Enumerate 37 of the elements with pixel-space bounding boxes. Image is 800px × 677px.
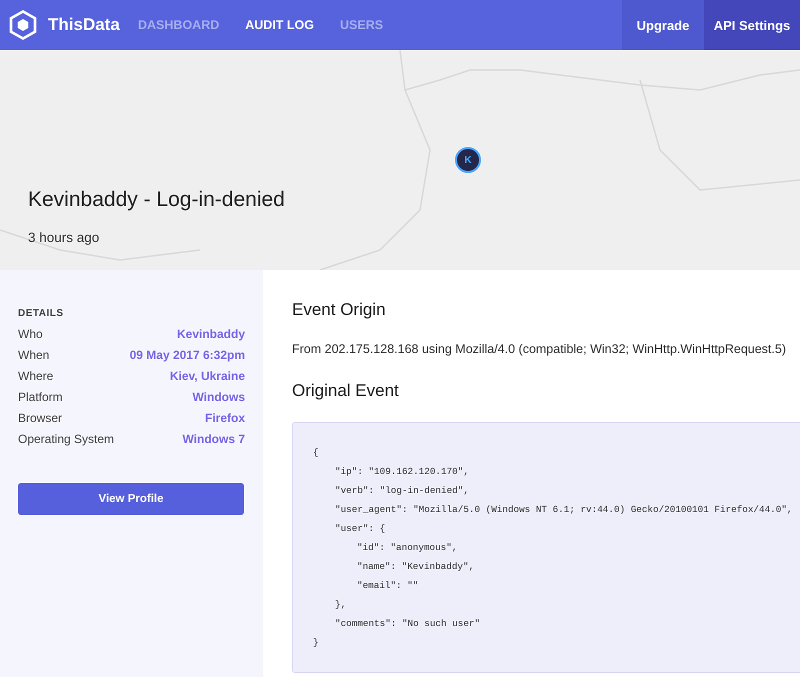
detail-label: When	[18, 348, 50, 362]
event-title: Kevinbaddy - Log-in-denied	[28, 188, 285, 212]
code-line: "email": ""	[357, 579, 420, 593]
detail-value-link[interactable]: Kevinbaddy	[176, 326, 245, 340]
nav-link[interactable]: DASHBOARD	[138, 18, 220, 32]
code-line: "name": "Kevinbaddy",	[357, 560, 476, 574]
code-line: "user": {	[335, 522, 386, 536]
event-origin-text: From 202.175.128.168 using Mozilla/4.0 (compatible; Win32; WinHttp.WinHttpRequest.5)	[292, 342, 787, 356]
detail-value-link[interactable]: Windows 7	[182, 432, 245, 446]
section-heading: Event Origin	[292, 300, 387, 320]
nav-link[interactable]: AUDIT LOG	[245, 18, 314, 32]
details-heading: DETAILS	[18, 308, 65, 319]
hexagon-cube-logo-icon	[8, 10, 38, 40]
code-line: }	[313, 636, 320, 650]
detail-value-link[interactable]: 09 May 2017 6:32pm	[130, 348, 245, 362]
code-line: "ip": "109.162.120.170",	[335, 465, 470, 479]
detail-label: Operating System	[18, 432, 114, 446]
event-time: 3 hours ago	[28, 230, 100, 245]
detail-label: Who	[18, 326, 43, 340]
nav-action-button[interactable]: Upgrade	[622, 0, 704, 50]
brand-name: ThisData	[48, 15, 120, 35]
code-line: "verb": "log-in-denied",	[335, 484, 470, 498]
view-profile-button[interactable]: View Profile	[18, 483, 244, 515]
nav-link[interactable]: USERS	[340, 18, 384, 32]
code-line: {	[313, 446, 320, 460]
code-line: "comments": "No such user"	[335, 617, 482, 631]
detail-label: Browser	[18, 410, 62, 424]
section-heading: Original Event	[292, 381, 400, 401]
detail-label: Where	[18, 368, 54, 382]
detail-value-link[interactable]: Firefox	[204, 410, 245, 424]
detail-label: Platform	[18, 390, 63, 404]
detail-value-link[interactable]: Kiev, Ukraine	[170, 368, 245, 382]
code-line: "user_agent": "Mozilla/5.0 (Windows NT 6.1; rv:44.0) Gecko/20100101 Firefox/44.0",	[335, 503, 794, 517]
detail-value-link[interactable]: Windows	[192, 390, 245, 404]
nav-action-button[interactable]: API Settings	[704, 0, 800, 50]
code-line: },	[335, 598, 348, 612]
code-line: "id": "anonymous",	[357, 541, 458, 555]
